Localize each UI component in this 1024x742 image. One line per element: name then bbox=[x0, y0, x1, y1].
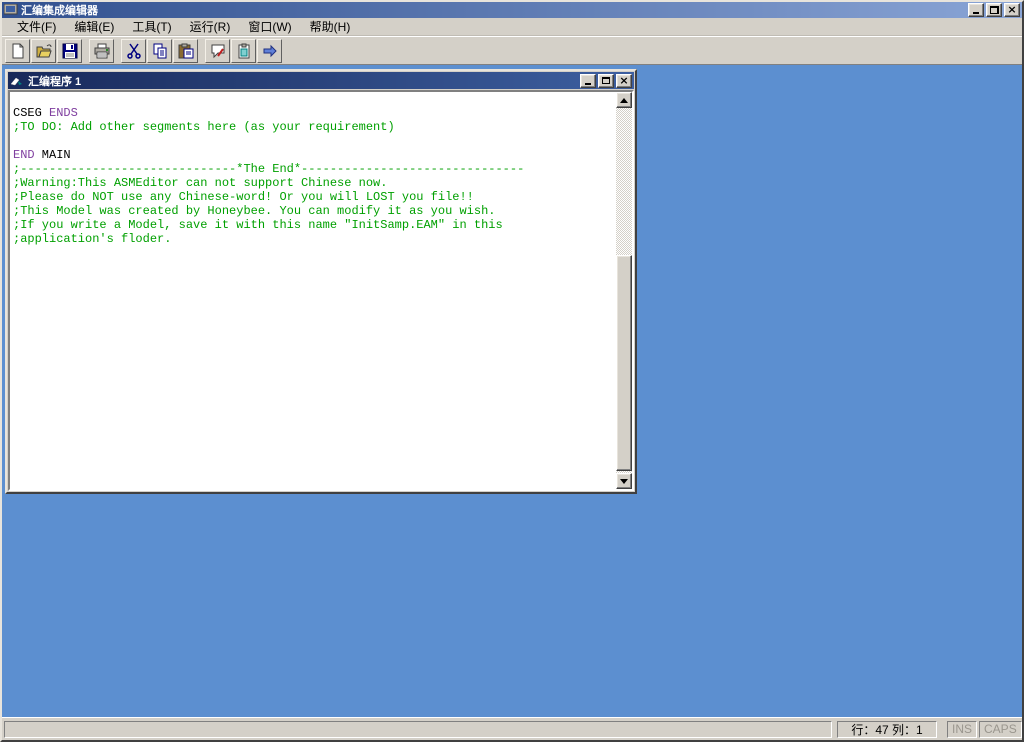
compile-button[interactable] bbox=[205, 39, 230, 63]
compile-icon bbox=[210, 43, 226, 59]
code-line: END MAIN bbox=[13, 148, 616, 162]
doc-close-button[interactable]: × bbox=[616, 74, 632, 88]
scrollbar-thumb[interactable] bbox=[616, 255, 632, 471]
code-editor[interactable]: CSEG ENDS;TO DO: Add other segments here… bbox=[10, 92, 616, 489]
document-titlebar[interactable]: 汇编程序 1 × bbox=[8, 72, 634, 89]
minimize-button[interactable] bbox=[968, 3, 984, 17]
ins-indicator: INS bbox=[947, 721, 977, 738]
close-button[interactable]: × bbox=[1004, 3, 1020, 17]
caps-indicator: CAPS bbox=[979, 721, 1022, 738]
build-button[interactable] bbox=[231, 39, 256, 63]
cut-button[interactable] bbox=[121, 39, 146, 63]
menu-item-2[interactable]: 工具(T) bbox=[123, 16, 180, 37]
code-line: ;application's floder. bbox=[13, 232, 616, 246]
code-line bbox=[13, 134, 616, 148]
minimize-icon bbox=[585, 83, 591, 85]
menu-item-4[interactable]: 窗口(W) bbox=[239, 16, 300, 37]
doc-minimize-button[interactable] bbox=[580, 74, 596, 88]
menu-item-3[interactable]: 运行(R) bbox=[181, 16, 240, 37]
copy-icon bbox=[152, 43, 168, 59]
statusbar: 行：47 列：1 INS CAPS bbox=[2, 717, 1022, 740]
minimize-icon bbox=[973, 12, 979, 14]
menu-item-5[interactable]: 帮助(H) bbox=[301, 16, 360, 37]
arrow-down-icon bbox=[620, 479, 628, 484]
editor-body: CSEG ENDS;TO DO: Add other segments here… bbox=[8, 90, 634, 491]
document-icon bbox=[10, 75, 24, 87]
close-icon: × bbox=[1007, 5, 1016, 15]
save-file-button[interactable] bbox=[57, 39, 82, 63]
scrollbar-track[interactable] bbox=[616, 108, 632, 473]
build-icon bbox=[236, 43, 252, 59]
mdi-area: 汇编程序 1 × CSEG ENDS;TO DO: Add other segm… bbox=[2, 65, 1022, 717]
app-icon bbox=[4, 4, 18, 16]
code-line: ;TO DO: Add other segments here (as your… bbox=[13, 120, 616, 134]
code-line: ;Please do NOT use any Chinese-word! Or … bbox=[13, 190, 616, 204]
restore-icon bbox=[990, 6, 999, 14]
code-line: ;------------------------------*The End*… bbox=[13, 162, 616, 176]
copy-button[interactable] bbox=[147, 39, 172, 63]
document-title: 汇编程序 1 bbox=[28, 73, 580, 89]
code-line: CSEG ENDS bbox=[13, 106, 616, 120]
code-line: ;This Model was created by Honeybee. You… bbox=[13, 204, 616, 218]
window-controls: × bbox=[968, 3, 1020, 17]
paste-button[interactable] bbox=[173, 39, 198, 63]
print-button[interactable] bbox=[89, 39, 114, 63]
toolbar bbox=[2, 36, 1022, 65]
document-controls: × bbox=[580, 74, 632, 88]
status-message-panel bbox=[4, 721, 832, 738]
open-file-icon bbox=[36, 43, 52, 59]
document-window: 汇编程序 1 × CSEG ENDS;TO DO: Add other segm… bbox=[5, 69, 637, 494]
code-line: ;Warning:This ASMEditor can not support … bbox=[13, 176, 616, 190]
cursor-position: 行：47 列：1 bbox=[837, 721, 937, 738]
menu-item-0[interactable]: 文件(F) bbox=[8, 16, 65, 37]
paste-icon bbox=[178, 43, 194, 59]
restore-button[interactable] bbox=[986, 3, 1002, 17]
scroll-up-button[interactable] bbox=[616, 92, 632, 108]
run-icon bbox=[262, 43, 278, 59]
maximize-icon bbox=[602, 77, 610, 84]
print-icon bbox=[94, 43, 110, 59]
menu-item-1[interactable]: 编辑(E) bbox=[65, 16, 123, 37]
open-file-button[interactable] bbox=[31, 39, 56, 63]
scroll-down-button[interactable] bbox=[616, 473, 632, 489]
code-line: ;If you write a Model, save it with this… bbox=[13, 218, 616, 232]
save-icon bbox=[62, 43, 78, 59]
doc-maximize-button[interactable] bbox=[598, 74, 614, 88]
arrow-up-icon bbox=[620, 98, 628, 103]
new-file-icon bbox=[10, 43, 26, 59]
close-icon: × bbox=[619, 76, 628, 86]
cut-icon bbox=[126, 43, 142, 59]
vertical-scrollbar[interactable] bbox=[616, 92, 632, 489]
app-window: 汇编集成编辑器 × 文件(F)编辑(E)工具(T)运行(R)窗口(W)帮助(H) bbox=[0, 0, 1024, 742]
run-button[interactable] bbox=[257, 39, 282, 63]
menubar: 文件(F)编辑(E)工具(T)运行(R)窗口(W)帮助(H) bbox=[2, 18, 1022, 36]
new-file-button[interactable] bbox=[5, 39, 30, 63]
